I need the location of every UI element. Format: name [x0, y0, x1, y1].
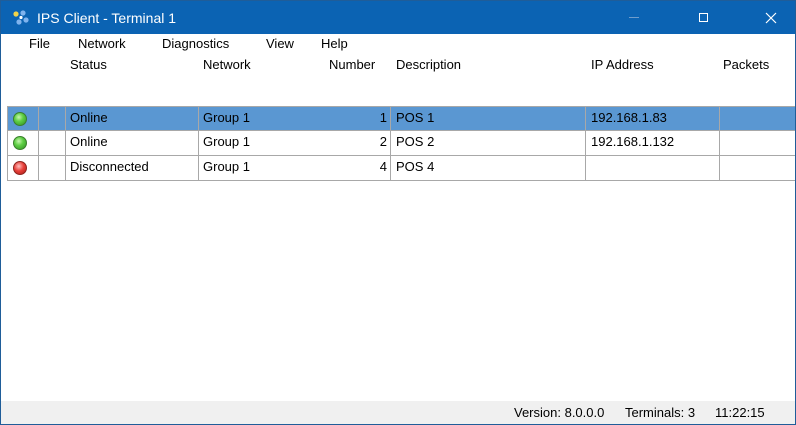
grid-line — [7, 155, 795, 156]
status-led-icon — [13, 112, 27, 126]
cell-status: Online — [70, 134, 108, 149]
cell-network: Group 1 — [203, 110, 250, 125]
title-bar[interactable]: IPS Client - Terminal 1 — [1, 1, 795, 34]
cell-network: Group 1 — [203, 159, 250, 174]
app-icon — [13, 10, 29, 25]
grid-line — [390, 106, 391, 181]
grid-line — [7, 106, 795, 107]
menu-help[interactable]: Help — [321, 36, 348, 52]
cell-ip-address: 192.168.1.83 — [591, 110, 667, 125]
column-header-status[interactable]: Status — [70, 54, 107, 76]
cell-status: Online — [70, 110, 108, 125]
menu-file[interactable]: File — [29, 36, 50, 52]
cell-ip-address: 192.168.1.132 — [591, 134, 675, 149]
cell-ip-address — [591, 156, 717, 178]
grid-line — [7, 106, 8, 181]
column-header-network[interactable]: Network — [203, 54, 251, 76]
maximize-icon — [698, 13, 708, 22]
grid-line — [585, 106, 586, 181]
column-header-description[interactable]: Description — [396, 54, 462, 76]
grid-line — [7, 180, 795, 181]
cell-packets — [723, 156, 793, 178]
status-led-icon — [13, 136, 27, 150]
grid-line — [719, 106, 720, 181]
grid-line — [65, 106, 66, 181]
menu-diagnostics[interactable]: Diagnostics — [162, 36, 229, 52]
column-header-packets[interactable]: Packets — [723, 54, 770, 76]
clock-time: 11:22:15 — [715, 405, 765, 420]
column-header-number[interactable]: Number — [329, 54, 376, 76]
close-button[interactable] — [748, 1, 794, 34]
grid-line — [198, 106, 199, 181]
status-bar: Version: 8.0.0.0 Terminals: 3 11:22:15 — [1, 401, 795, 424]
menu-bar: File Network Diagnostics View Help — [1, 34, 795, 54]
maximize-button[interactable] — [680, 1, 726, 34]
column-header-ip-address[interactable]: IP Address — [591, 54, 654, 76]
cell-number: 2 — [379, 134, 387, 149]
cell-number: 4 — [379, 159, 387, 174]
cell-network: Group 1 — [203, 134, 250, 149]
close-icon — [765, 12, 777, 23]
menu-view[interactable]: View — [266, 36, 294, 52]
cell-status: Disconnected — [70, 159, 149, 174]
version-label: Version: 8.0.0.0 — [514, 405, 605, 420]
minimize-button[interactable] — [611, 1, 657, 34]
cell-packets — [723, 131, 793, 153]
menu-network[interactable]: Network — [78, 36, 126, 52]
terminals-count: Terminals: 3 — [625, 405, 696, 420]
cell-number: 1 — [379, 110, 387, 125]
cell-description: POS 2 — [396, 134, 435, 149]
cell-packets — [723, 107, 793, 129]
grid-line — [7, 130, 795, 131]
cell-description: POS 4 — [396, 159, 435, 174]
grid-line — [38, 106, 39, 181]
window-title: IPS Client - Terminal 1 — [37, 10, 177, 26]
app-window: IPS Client - Terminal 1 File Network Dia… — [0, 0, 796, 425]
status-led-icon — [13, 161, 27, 175]
cell-description: POS 1 — [396, 110, 435, 125]
minimize-icon — [629, 17, 639, 18]
